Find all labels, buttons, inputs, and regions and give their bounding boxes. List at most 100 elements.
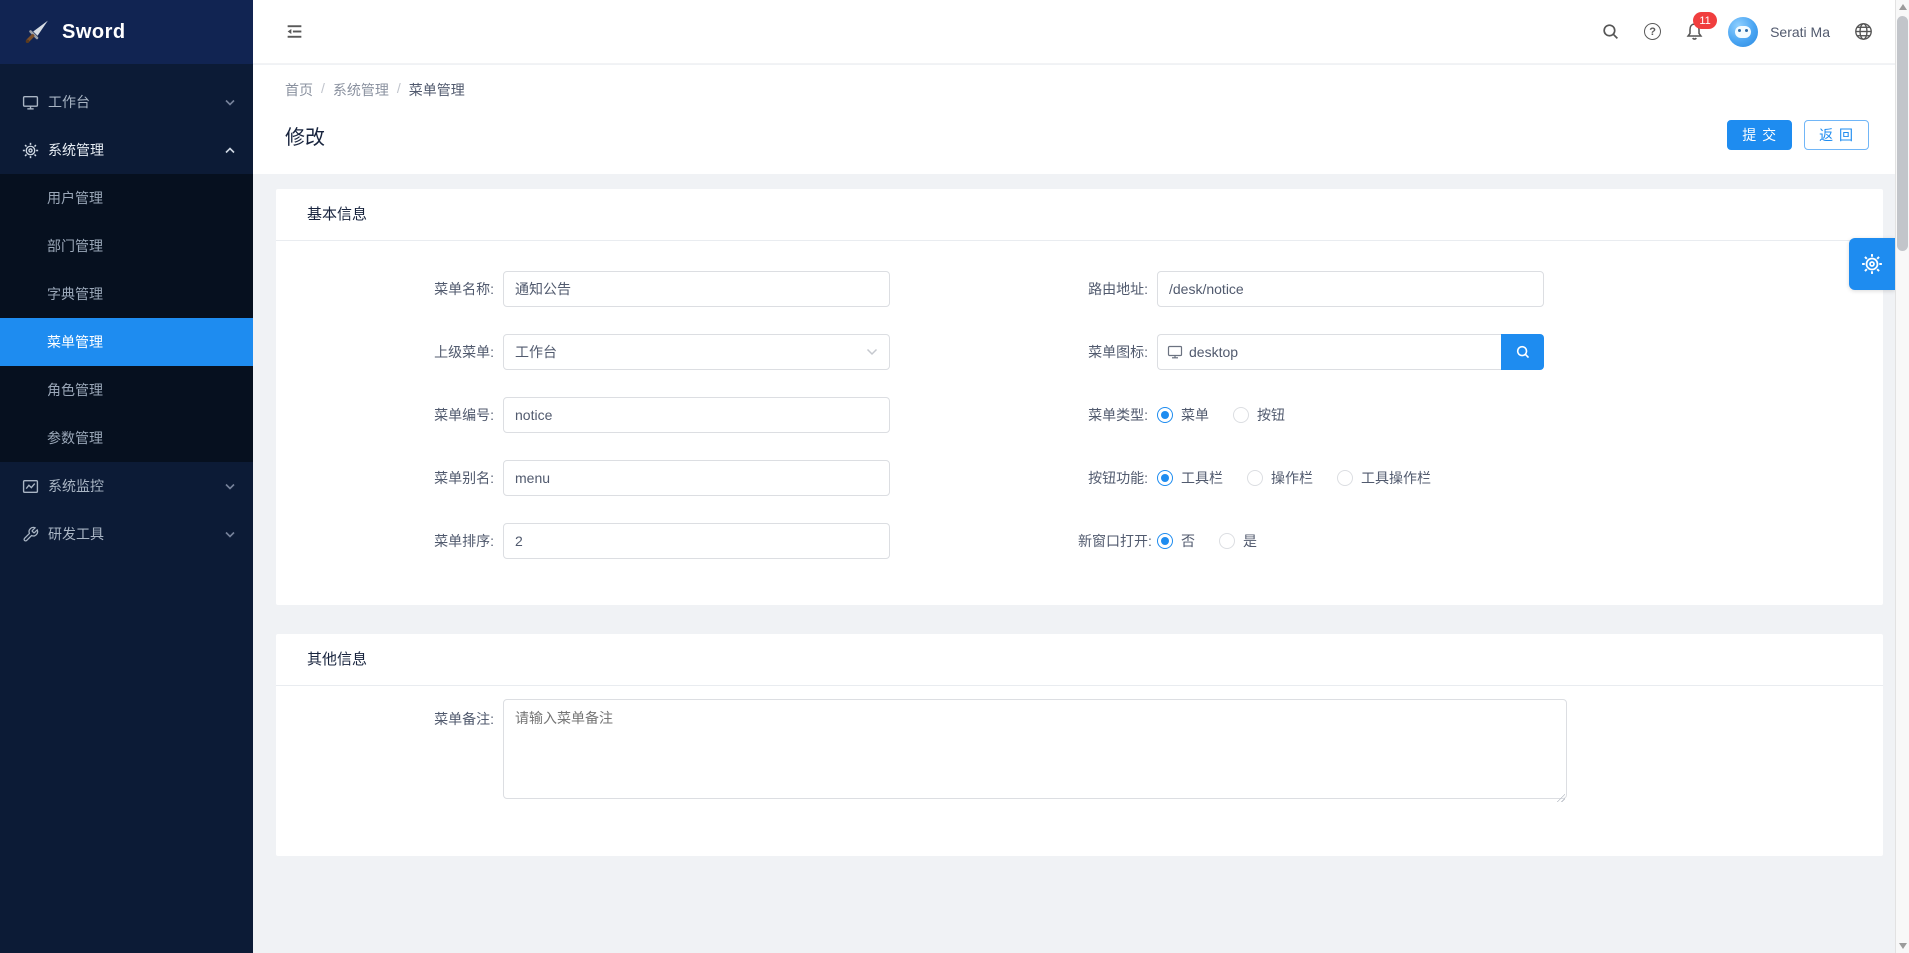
menu-sort-item: 菜单排序: (276, 523, 1078, 559)
other-info-card: 其他信息 菜单备注: (276, 634, 1883, 856)
breadcrumb-system-mgmt[interactable]: 系统管理 (333, 80, 389, 100)
menu-sort-label: 菜单排序: (276, 531, 503, 551)
breadcrumb-home[interactable]: 首页 (285, 80, 313, 100)
sidebar-item-menu-mgmt[interactable]: 菜单管理 (0, 318, 253, 366)
gear-icon (1861, 253, 1883, 275)
top-header: ? 11 Serati Ma (253, 0, 1895, 64)
chevron-down-icon (866, 348, 878, 356)
sidebar: Sword 工作台 (0, 0, 253, 953)
menu-icon-label: 菜单图标: (1078, 342, 1157, 362)
radio-yes[interactable]: 是 (1219, 531, 1257, 551)
sword-icon (24, 19, 50, 45)
sidebar-item-dict-mgmt[interactable]: 字典管理 (0, 270, 253, 318)
menu-remark-textarea[interactable] (503, 699, 1567, 799)
menu-alias-label: 菜单别名: (276, 468, 503, 488)
radio-toolbar[interactable]: 工具栏 (1157, 468, 1223, 488)
route-path-item: 路由地址: (1078, 271, 1883, 307)
gear-icon (22, 142, 39, 159)
breadcrumb-separator: / (321, 80, 325, 100)
monitor-icon (1167, 344, 1183, 360)
sidebar-item-role-mgmt[interactable]: 角色管理 (0, 366, 253, 414)
menu-fold-icon[interactable] (285, 22, 304, 41)
scroll-up-arrow[interactable] (1899, 4, 1907, 10)
sidebar-item-user-mgmt[interactable]: 用户管理 (0, 174, 253, 222)
back-button[interactable]: 返 回 (1804, 120, 1869, 150)
bell-icon[interactable]: 11 (1685, 22, 1704, 41)
breadcrumb-menu-mgmt: 菜单管理 (409, 80, 465, 100)
sidebar-item-label: 系统监控 (48, 476, 225, 496)
breadcrumb-separator: / (397, 80, 401, 100)
sidebar-submenu-system-mgmt: 用户管理 部门管理 字典管理 菜单管理 角色管理 参数管理 (0, 174, 253, 462)
new-window-radio-group: 否 是 (1157, 531, 1281, 551)
menu-type-item: 菜单类型: 菜单 按钮 (1078, 397, 1883, 433)
sidebar-item-dept-mgmt[interactable]: 部门管理 (0, 222, 253, 270)
page-header: 首页 / 系统管理 / 菜单管理 修改 提 交 返 回 (253, 65, 1895, 174)
radio-button[interactable]: 按钮 (1233, 405, 1285, 425)
main-content: 基本信息 菜单名称: 路由地址: 上级菜单: 工作台 (253, 174, 1895, 953)
scrollbar-thumb[interactable] (1897, 16, 1908, 251)
vertical-scrollbar[interactable] (1895, 0, 1909, 953)
chart-icon (22, 478, 39, 495)
sidebar-item-system-monitor[interactable]: 系统监控 (0, 462, 253, 510)
menu-type-label: 菜单类型: (1078, 405, 1157, 425)
menu-icon-input[interactable] (1189, 344, 1492, 360)
header-actions: ? 11 Serati Ma (1601, 17, 1873, 47)
menu-icon-input-wrap (1157, 334, 1501, 370)
menu-remark-label: 菜单备注: (276, 699, 503, 804)
sidebar-item-param-mgmt[interactable]: 参数管理 (0, 414, 253, 462)
sidebar-item-label: 研发工具 (48, 524, 225, 544)
menu-sort-input[interactable] (503, 523, 890, 559)
parent-menu-label: 上级菜单: (276, 342, 503, 362)
section-title-other: 其他信息 (276, 634, 1883, 686)
menu-name-label: 菜单名称: (276, 279, 503, 299)
route-path-label: 路由地址: (1078, 279, 1157, 299)
menu-name-input[interactable] (503, 271, 890, 307)
new-window-label: 新窗口打开: (1078, 531, 1157, 551)
breadcrumb: 首页 / 系统管理 / 菜单管理 (285, 80, 1869, 100)
search-icon[interactable] (1601, 22, 1620, 41)
menu-code-label: 菜单编号: (276, 405, 503, 425)
basic-info-card: 基本信息 菜单名称: 路由地址: 上级菜单: 工作台 (276, 189, 1883, 605)
menu-code-input[interactable] (503, 397, 890, 433)
icon-search-button[interactable] (1501, 334, 1544, 370)
sidebar-item-workbench[interactable]: 工作台 (0, 78, 253, 126)
radio-no[interactable]: 否 (1157, 531, 1195, 551)
parent-menu-select[interactable]: 工作台 (503, 334, 890, 370)
user-name[interactable]: Serati Ma (1770, 24, 1830, 40)
app-title: Sword (62, 21, 126, 44)
button-func-label: 按钮功能: (1078, 468, 1157, 488)
help-icon[interactable]: ? (1644, 23, 1661, 40)
sidebar-item-label: 系统管理 (48, 140, 225, 160)
avatar[interactable] (1728, 17, 1758, 47)
menu-code-item: 菜单编号: (276, 397, 1078, 433)
page-title: 修改 (285, 121, 325, 150)
notification-badge: 11 (1693, 12, 1717, 29)
chevron-up-icon (225, 147, 235, 154)
app-logo[interactable]: Sword (0, 0, 253, 64)
chevron-down-icon (225, 531, 235, 538)
route-path-input[interactable] (1157, 271, 1544, 307)
monitor-icon (22, 94, 39, 111)
parent-menu-item: 上级菜单: 工作台 (276, 334, 1078, 370)
settings-fab-button[interactable] (1849, 238, 1895, 290)
menu-alias-item: 菜单别名: (276, 460, 1078, 496)
menu-name-item: 菜单名称: (276, 271, 1078, 307)
sidebar-item-dev-tools[interactable]: 研发工具 (0, 510, 253, 558)
menu-type-radio-group: 菜单 按钮 (1157, 405, 1309, 425)
wrench-icon (22, 526, 39, 543)
radio-action-bar[interactable]: 操作栏 (1247, 468, 1313, 488)
sidebar-menu: 工作台 系统管理 (0, 64, 253, 558)
globe-icon[interactable] (1854, 22, 1873, 41)
button-func-item: 按钮功能: 工具栏 操作栏 工具操作栏 (1078, 460, 1883, 496)
scroll-down-arrow[interactable] (1899, 943, 1907, 949)
section-title-basic: 基本信息 (276, 189, 1883, 241)
sidebar-item-system-mgmt[interactable]: 系统管理 (0, 126, 253, 174)
radio-tool-action-bar[interactable]: 工具操作栏 (1337, 468, 1431, 488)
menu-remark-item: 菜单备注: (276, 699, 1883, 804)
chevron-down-icon (225, 483, 235, 490)
new-window-item: 新窗口打开: 否 是 (1078, 523, 1883, 559)
menu-alias-input[interactable] (503, 460, 890, 496)
submit-button[interactable]: 提 交 (1727, 120, 1792, 150)
radio-menu[interactable]: 菜单 (1157, 405, 1209, 425)
sidebar-item-label: 工作台 (48, 92, 225, 112)
